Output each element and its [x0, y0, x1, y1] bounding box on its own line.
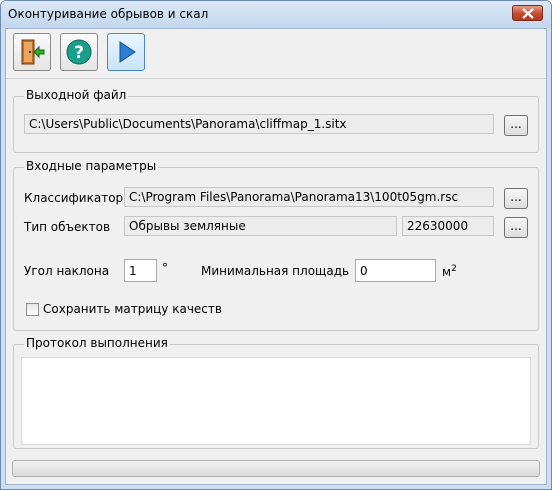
output-group-label: Выходной файл	[24, 88, 129, 102]
toolbar: ?	[6, 29, 546, 75]
output-browse-button[interactable]: ...	[504, 115, 528, 136]
objtype-name-field[interactable]: Обрывы земляные	[124, 216, 397, 236]
toolbar-separator	[6, 78, 546, 79]
objtype-browse-button[interactable]: ...	[504, 217, 528, 238]
log-textarea[interactable]	[21, 357, 531, 445]
run-button[interactable]	[107, 33, 145, 71]
classifier-path-field[interactable]: C:\Program Files\Panorama\Panorama13\100…	[124, 187, 494, 207]
min-area-unit: м2	[442, 264, 457, 279]
log-group-label: Протокол выполнения	[24, 336, 170, 350]
input-params-group: Входные параметры Классификатор C:\Progr…	[13, 159, 539, 331]
classifier-label: Классификатор	[24, 191, 124, 205]
min-area-unit-exponent: 2	[451, 264, 457, 274]
input-group-label: Входные параметры	[24, 159, 159, 173]
close-icon	[522, 8, 534, 19]
log-group: Протокол выполнения	[13, 336, 539, 449]
window-title: Оконтуривание обрывов и скал	[8, 7, 209, 21]
close-button[interactable]	[512, 5, 543, 21]
save-matrix-label[interactable]: Сохранить матрицу качеств	[43, 302, 222, 316]
svg-text:?: ?	[74, 43, 84, 63]
min-area-unit-base: м	[442, 265, 452, 279]
min-area-label: Минимальная площадь	[201, 264, 350, 278]
run-play-icon	[119, 41, 136, 63]
main-window: Оконтуривание обрывов и скал ? Выходной …	[0, 0, 552, 490]
save-matrix-checkbox[interactable]	[26, 303, 39, 316]
objtype-code-field[interactable]: 22630000	[402, 216, 494, 236]
min-area-input[interactable]: 0	[355, 259, 436, 282]
exit-door-icon	[21, 39, 45, 65]
title-bar[interactable]: Оконтуривание обрывов и скал	[1, 1, 551, 28]
slope-unit: °	[162, 261, 168, 275]
output-file-group: Выходной файл C:\Users\Public\Documents\…	[13, 88, 539, 153]
objtype-label: Тип объектов	[24, 220, 111, 234]
help-question-icon: ?	[66, 39, 92, 65]
slope-label: Угол наклона	[24, 264, 110, 278]
slope-input[interactable]: 1	[124, 259, 157, 282]
output-path-field[interactable]: C:\Users\Public\Documents\Panorama\cliff…	[24, 114, 494, 134]
classifier-browse-button[interactable]: ...	[504, 188, 528, 209]
progress-bar	[12, 460, 540, 477]
dialog-body: ? Выходной файл C:\Users\Public\Document…	[5, 28, 547, 485]
help-button[interactable]: ?	[60, 33, 98, 71]
exit-button[interactable]	[13, 33, 51, 71]
